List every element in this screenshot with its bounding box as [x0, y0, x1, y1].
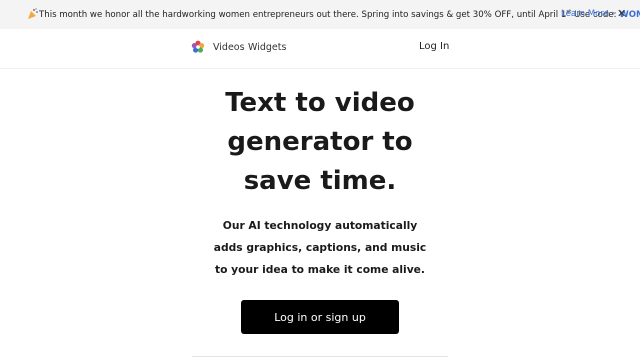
nav-widgets-link[interactable]: Widgets: [248, 42, 286, 53]
nav-videos-link[interactable]: Videos: [213, 42, 245, 53]
divider: [192, 356, 448, 357]
promo-banner: This month we honor all the hardworking …: [0, 0, 640, 29]
nav-login-link[interactable]: Log In: [419, 41, 449, 52]
learn-more-link[interactable]: Learn More ›: [561, 9, 615, 19]
login-signup-button[interactable]: Log in or sign up: [241, 300, 399, 334]
party-popper-icon: [28, 8, 38, 19]
promo-message: This month we honor all the hardworking …: [39, 9, 640, 20]
flower-logo-icon[interactable]: [191, 40, 205, 54]
top-nav: Videos Widgets Log In: [0, 29, 640, 69]
close-icon[interactable]: ✕: [617, 7, 626, 20]
hero-title: Text to video generator to save time.: [225, 88, 415, 196]
hero-subtitle: Our AI technology automatically adds gra…: [213, 219, 427, 276]
